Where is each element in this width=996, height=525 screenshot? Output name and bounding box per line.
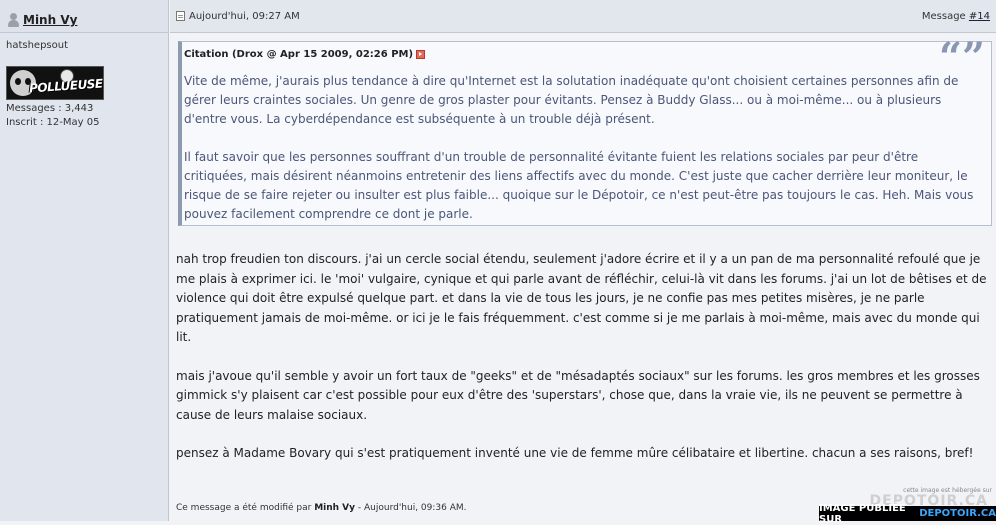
message-count: Messages : 3,443 — [6, 103, 94, 114]
post-paragraph: pensez à Madame Bovary qui s'est pratiqu… — [176, 446, 974, 460]
post-body: nah trop freudien ton discours. j'ai un … — [176, 250, 988, 483]
post-document-icon — [176, 11, 185, 21]
offline-user-icon — [8, 13, 19, 27]
quote-block: Citation (Drox @ Apr 15 2009, 02:26 PM) … — [178, 38, 992, 226]
banner-prefix: IMAGE PUBLIÉE SUR — [819, 502, 906, 525]
user-title: hatshepsout — [6, 40, 69, 51]
post-date: Aujourd'hui, 09:27 AM — [176, 11, 300, 22]
quote-paragraph: Vite de même, j'aurais plus tendance à d… — [184, 74, 959, 126]
edit-note-suffix: - Aujourd'hui, 09:36 AM. — [357, 503, 467, 513]
post-date-text: Aujourd'hui, 09:27 AM — [189, 10, 300, 22]
quote-body: Vite de même, j'aurais plus tendance à d… — [184, 72, 982, 243]
message-number: Message #14 — [922, 11, 990, 22]
message-label: Message — [921, 10, 966, 22]
post-paragraph: mais j'avoue qu'il semble y avoir un for… — [176, 368, 980, 422]
quote-paragraph: Il faut savoir que les personnes souffra… — [184, 150, 974, 221]
view-quoted-post-icon[interactable] — [416, 50, 426, 59]
host-banner[interactable]: IMAGE PUBLIÉE SUR DEPOTOIR.CA — [819, 503, 996, 525]
avatar-label: POLLUEUSE — [28, 76, 104, 96]
edit-note-editor: Minh Vy — [314, 503, 356, 513]
edit-note-prefix: Ce message a été modifié par — [176, 503, 312, 513]
banner-site: DEPOTOIR.CA — [919, 508, 996, 519]
message-permalink[interactable]: #14 — [969, 11, 990, 22]
quote-header: Citation (Drox @ Apr 15 2009, 02:26 PM) — [184, 49, 426, 60]
avatar: POLLUEUSE — [6, 66, 104, 100]
user-sidebar: Minh Vy hatshepsout POLLUEUSE Messages :… — [0, 0, 169, 521]
quote-citation: Citation (Drox @ Apr 15 2009, 02:26 PM) — [184, 49, 414, 60]
edit-note: Ce message a été modifié par Minh Vy - A… — [176, 503, 467, 513]
post-header: Aujourd'hui, 09:27 AM Message #14 — [170, 0, 996, 33]
user-header: Minh Vy — [0, 0, 168, 33]
username-link[interactable]: Minh Vy — [23, 13, 77, 27]
post-area: Aujourd'hui, 09:27 AM Message #14 Citati… — [170, 0, 996, 525]
join-date: Inscrit : 12-May 05 — [6, 117, 100, 128]
post-paragraph: nah trop freudien ton discours. j'ai un … — [176, 252, 987, 344]
